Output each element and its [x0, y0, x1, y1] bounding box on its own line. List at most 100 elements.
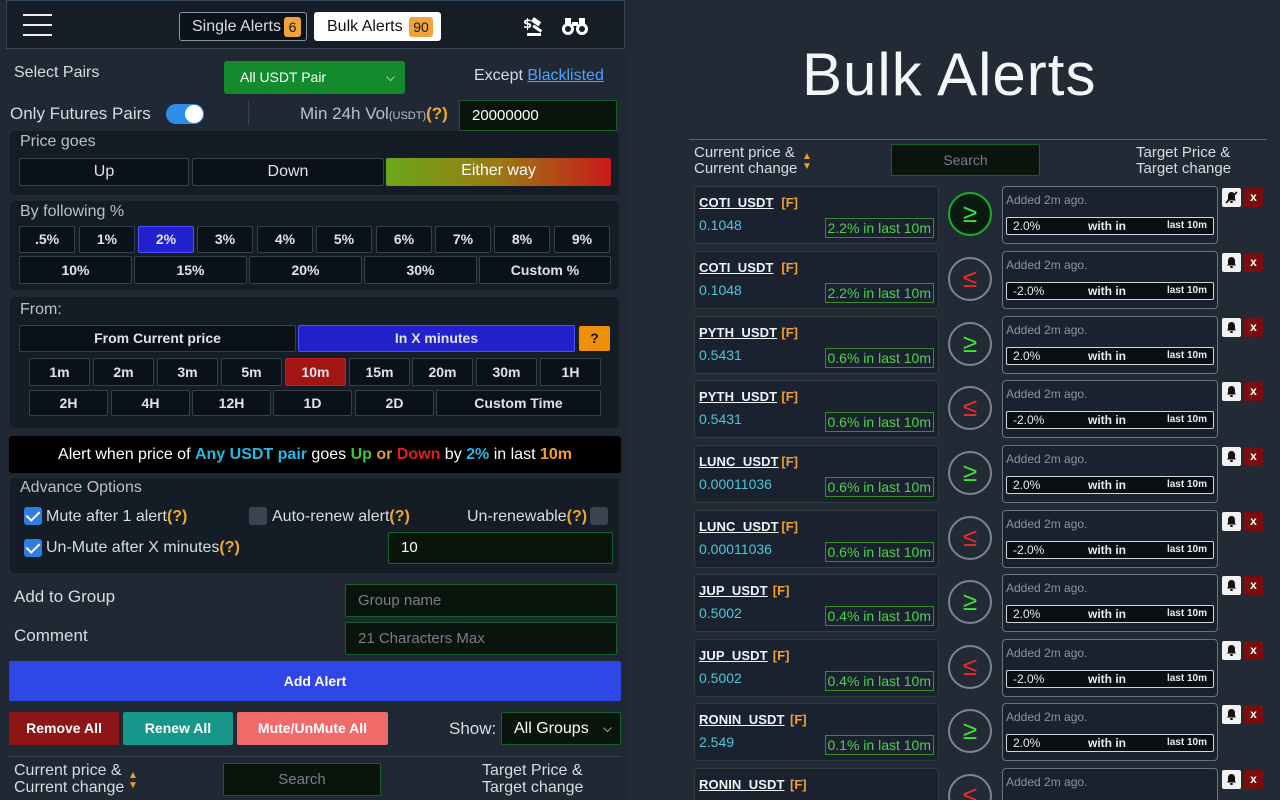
in-x-minutes-button[interactable]: In X minutes [298, 325, 575, 352]
tab-single-alerts[interactable]: Single Alerts 6 [179, 12, 307, 41]
bell-slash-icon[interactable] [1222, 318, 1241, 337]
time-button-12h[interactable]: 12H [192, 390, 271, 416]
alert-target-card[interactable]: Added 2m ago. 2.0% with in last 10m [1002, 574, 1218, 632]
direction-down-button[interactable]: Down [192, 158, 384, 186]
percent-button-3[interactable]: 3% [197, 226, 253, 253]
bell-slash-icon[interactable] [1222, 512, 1241, 531]
binoculars-icon[interactable] [561, 16, 589, 36]
min-vol-input[interactable]: 20000000 [459, 100, 617, 131]
alert-symbol[interactable]: COTI_USDT [699, 260, 774, 275]
bottom-search-input[interactable]: Search [223, 763, 381, 796]
auto-renew-checkbox[interactable] [249, 507, 267, 525]
direction-either-button[interactable]: Either way [386, 158, 611, 186]
alert-card-current[interactable]: JUP_USDT [F] 0.5002 0.4% in last 10m [694, 639, 939, 697]
percent-button-6[interactable]: 6% [376, 226, 432, 253]
sort-arrows-icon[interactable]: ▲ ▼ [128, 771, 138, 791]
alert-card-current[interactable]: JUP_USDT [F] 0.5002 0.4% in last 10m [694, 574, 939, 632]
from-help-button[interactable]: ? [579, 326, 610, 351]
close-icon[interactable]: x [1244, 253, 1263, 272]
close-icon[interactable]: x [1244, 382, 1263, 401]
hamburger-icon[interactable] [19, 12, 57, 38]
bell-slash-icon[interactable] [1222, 382, 1241, 401]
bell-slash-icon[interactable] [1222, 188, 1241, 207]
close-icon[interactable]: x [1244, 447, 1263, 466]
tab-bulk-alerts[interactable]: Bulk Alerts 90 [314, 12, 441, 41]
remove-all-button[interactable]: Remove All [9, 712, 119, 745]
percent-button-4[interactable]: 4% [257, 226, 313, 253]
alert-target-card[interactable]: Added 2m ago. [1002, 768, 1218, 800]
bell-slash-icon[interactable] [1222, 576, 1241, 595]
time-button-30m[interactable]: 30m [476, 358, 537, 386]
unrenewable-checkbox[interactable] [590, 507, 608, 525]
alert-target-card[interactable]: Added 2m ago. -2.0% with in last 10m [1002, 639, 1218, 697]
from-current-price-button[interactable]: From Current price [19, 325, 296, 352]
bell-slash-icon[interactable] [1222, 641, 1241, 660]
mute-unmute-all-button[interactable]: Mute/UnMute All [237, 712, 388, 745]
alert-target-card[interactable]: Added 2m ago. -2.0% with in last 10m [1002, 251, 1218, 309]
alert-card-current[interactable]: COTI_USDT [F] 0.1048 2.2% in last 10m [694, 186, 939, 244]
min-vol-help[interactable]: (?) [426, 104, 448, 123]
alert-card-current[interactable]: LUNC_USDT [F] 0.00011036 0.6% in last 10m [694, 445, 939, 503]
alert-card-current[interactable]: PYTH_USDT [F] 0.5431 0.6% in last 10m [694, 380, 939, 438]
auto-renew-help[interactable]: (?) [389, 508, 409, 525]
percent-button-1[interactable]: 1% [79, 226, 135, 253]
close-icon[interactable]: x [1244, 188, 1263, 207]
bell-slash-icon[interactable] [1222, 770, 1241, 789]
add-alert-button[interactable]: Add Alert [9, 661, 621, 701]
percent-button-custom[interactable]: Custom % [479, 256, 611, 284]
time-button-2d[interactable]: 2D [355, 390, 434, 416]
alert-target-card[interactable]: Added 2m ago. -2.0% with in last 10m [1002, 510, 1218, 568]
unrenewable-help[interactable]: (?) [567, 508, 587, 525]
alert-target-card[interactable]: Added 2m ago. 2.0% with in last 10m [1002, 703, 1218, 761]
time-button-2h[interactable]: 2H [29, 390, 108, 416]
time-button-3m[interactable]: 3m [157, 358, 218, 386]
alert-symbol[interactable]: LUNC_USDT [699, 454, 779, 469]
percent-button-8[interactable]: 8% [494, 226, 550, 253]
alert-card-current[interactable]: RONIN_USDT [F] [694, 768, 939, 800]
alert-symbol[interactable]: JUP_USDT [699, 648, 768, 663]
close-icon[interactable]: x [1244, 641, 1263, 660]
percent-button-30[interactable]: 30% [364, 256, 477, 284]
alert-target-card[interactable]: Added 2m ago. 2.0% with in last 10m [1002, 316, 1218, 374]
bell-slash-icon[interactable] [1222, 447, 1241, 466]
bell-slash-icon[interactable] [1222, 705, 1241, 724]
bell-slash-icon[interactable] [1222, 253, 1241, 272]
alert-symbol[interactable]: COTI_USDT [699, 195, 774, 210]
alert-target-card[interactable]: Added 2m ago. 2.0% with in last 10m [1002, 186, 1218, 244]
time-button-1m[interactable]: 1m [29, 358, 90, 386]
pair-select[interactable]: All USDT Pair ⌵ [224, 61, 405, 94]
alert-target-card[interactable]: Added 2m ago. 2.0% with in last 10m [1002, 445, 1218, 503]
percent-button-7[interactable]: 7% [435, 226, 491, 253]
percent-button-20[interactable]: 20% [249, 256, 362, 284]
unmute-checkbox[interactable] [24, 539, 42, 557]
time-button-custom-time[interactable]: Custom Time [436, 390, 601, 416]
right-search-input[interactable]: Search [891, 144, 1040, 176]
time-button-10m[interactable]: 10m [285, 358, 346, 386]
time-button-4h[interactable]: 4H [111, 390, 190, 416]
time-button-20m[interactable]: 20m [412, 358, 473, 386]
alert-symbol[interactable]: RONIN_USDT [699, 777, 785, 792]
unmute-minutes-input[interactable]: 10 [388, 532, 613, 564]
percent-button-5[interactable]: 5% [316, 226, 372, 253]
alert-symbol[interactable]: JUP_USDT [699, 583, 768, 598]
close-icon[interactable]: x [1244, 576, 1263, 595]
alert-card-current[interactable]: COTI_USDT [F] 0.1048 2.2% in last 10m [694, 251, 939, 309]
alert-symbol[interactable]: LUNC_USDT [699, 519, 779, 534]
time-button-2m[interactable]: 2m [93, 358, 154, 386]
time-button-5m[interactable]: 5m [221, 358, 282, 386]
mute-after-checkbox[interactable] [24, 507, 42, 525]
sort-arrows-icon[interactable]: ▲ ▼ [802, 152, 812, 172]
close-icon[interactable]: x [1244, 770, 1263, 789]
percent-button-15[interactable]: 15% [134, 256, 247, 284]
renew-all-button[interactable]: Renew All [123, 712, 233, 745]
time-button-1d[interactable]: 1D [273, 390, 352, 416]
show-group-select[interactable]: All Groups ⌵ [501, 712, 621, 745]
direction-up-button[interactable]: Up [19, 158, 189, 186]
unmute-help[interactable]: (?) [219, 539, 239, 556]
percent-button-9[interactable]: 9% [554, 226, 610, 253]
alert-target-card[interactable]: Added 2m ago. -2.0% with in last 10m [1002, 380, 1218, 438]
alert-card-current[interactable]: LUNC_USDT [F] 0.00011036 0.6% in last 10m [694, 510, 939, 568]
alert-symbol[interactable]: PYTH_USDT [699, 325, 777, 340]
alert-symbol[interactable]: PYTH_USDT [699, 389, 777, 404]
alert-card-current[interactable]: PYTH_USDT [F] 0.5431 0.6% in last 10m [694, 316, 939, 374]
